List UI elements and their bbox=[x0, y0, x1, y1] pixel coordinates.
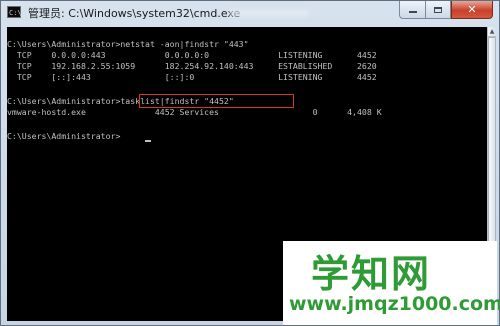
close-icon: ✕ bbox=[467, 3, 477, 16]
minimize-button[interactable] bbox=[399, 1, 425, 19]
console-line-result-1: TCP 0.0.0.0:443 0.0.0.0:0 LISTENING 4452 bbox=[7, 50, 377, 60]
console-line-command-netstat: C:\Users\Administrator>netstat -aon|find… bbox=[7, 39, 249, 49]
console-line-tasklist-result: vmware-hostd.exe 4452 Services 0 4,408 K bbox=[7, 107, 382, 117]
scroll-up-arrow-icon[interactable]: ▲ bbox=[488, 27, 496, 37]
cmd-window: C:\ 管理员: C:\Windows\system32\cmd.exe ✕ C… bbox=[0, 0, 500, 326]
watermark-logo-text: 学知网 bbox=[311, 252, 432, 296]
minimize-icon bbox=[408, 11, 417, 13]
console-line-result-2: TCP 192.168.2.55:1059 182.254.92.140:443… bbox=[7, 61, 377, 71]
cmd-icon[interactable]: C:\ bbox=[7, 6, 22, 18]
tasklist-highlight-box bbox=[139, 94, 294, 108]
caption-buttons: ✕ bbox=[399, 1, 493, 19]
console-line-prompt: C:\Users\Administrator> bbox=[7, 131, 121, 141]
text-cursor bbox=[145, 140, 151, 142]
watermark-url: www.jmqz1000.com bbox=[289, 293, 500, 315]
console-line-result-3: TCP [::]:443 [::]:0 LISTENING 4452 bbox=[7, 72, 377, 82]
close-button[interactable]: ✕ bbox=[451, 1, 493, 19]
maximize-icon bbox=[434, 6, 442, 13]
title-blur-mark bbox=[229, 9, 309, 17]
maximize-button[interactable] bbox=[425, 1, 451, 19]
window-title: 管理员: C:\Windows\system32\cmd.exe bbox=[28, 7, 241, 20]
title-bar[interactable]: C:\ 管理员: C:\Windows\system32\cmd.exe ✕ bbox=[1, 1, 499, 25]
